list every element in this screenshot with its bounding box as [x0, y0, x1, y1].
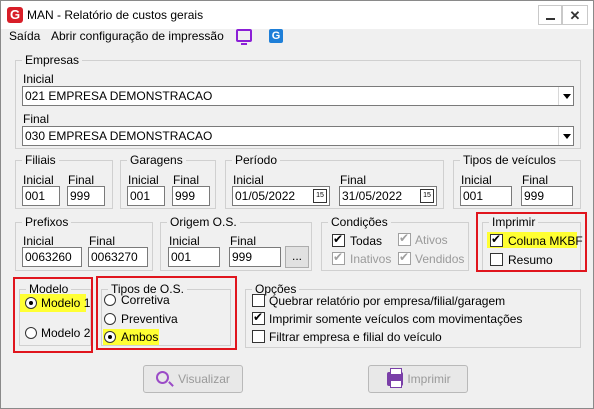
imprimir-somente-label: Imprimir somente veículos com movimentaç…	[269, 312, 523, 326]
origem-os-final-input[interactable]: 999	[229, 247, 281, 267]
calendar-icon[interactable]: 15	[420, 189, 434, 203]
empresa-inicial-combo[interactable]: 021 EMPRESA DEMONSTRACAO	[22, 86, 574, 106]
annotation-box-modelo	[13, 277, 93, 353]
condicoes-vendidos-label: Vendidos	[415, 252, 465, 266]
filtrar-empresa-checkbox[interactable]	[252, 330, 265, 343]
condicoes-todas-label: Todas	[350, 234, 383, 248]
empresa-final-combo[interactable]: 030 EMPRESA DEMONSTRACAO	[22, 126, 574, 146]
tipos-veiculos-inicial-input[interactable]: 001	[460, 186, 512, 206]
tipos-veiculos-inicial-label: Inicial	[461, 173, 492, 187]
filiais-inicial-input[interactable]: 001	[22, 186, 60, 206]
annotation-box-tipos-os	[96, 276, 237, 350]
condicoes-todas-checkbox[interactable]	[332, 232, 345, 247]
prefixos-final-label: Final	[89, 234, 116, 248]
periodo-final-value: 31/05/2022	[342, 189, 403, 203]
empresa-final-label: Final	[23, 112, 50, 126]
empresa-inicial-label: Inicial	[23, 72, 54, 86]
tipos-veiculos-final-label: Final	[522, 173, 549, 187]
prefixos-legend: Prefixos	[25, 215, 69, 229]
condicoes-vendidos-checkbox	[398, 250, 411, 265]
prefixos-final-input[interactable]: 0063270	[88, 247, 148, 267]
garagens-inicial-input[interactable]: 001	[127, 186, 165, 206]
quebrar-relatorio-checkbox[interactable]	[252, 294, 265, 307]
menu-item-print-config[interactable]: Abrir configuração de impressão	[51, 29, 224, 43]
garagens-final-label: Final	[173, 173, 200, 187]
periodo-inicial-label: Inicial	[233, 173, 264, 187]
tipos-veiculos-legend: Tipos de veículos	[463, 153, 556, 167]
filiais-final-input[interactable]: 999	[67, 186, 105, 206]
monitor-icon[interactable]	[236, 29, 252, 45]
visualizar-label: Visualizar	[178, 372, 230, 386]
origem-os-inicial-label: Inicial	[169, 234, 200, 248]
periodo-legend: Período	[235, 153, 278, 167]
g-app-icon[interactable]: G	[269, 29, 283, 43]
condicoes-inativos-label: Inativos	[350, 252, 392, 266]
close-icon: ✕	[569, 8, 581, 23]
condicoes-legend: Condições	[331, 215, 388, 229]
filiais-inicial-label: Inicial	[23, 173, 54, 187]
garagens-legend: Garagens	[130, 153, 183, 167]
periodo-final-input[interactable]: 31/05/2022 15	[339, 186, 437, 206]
imprimir-button[interactable]: Imprimir	[368, 365, 468, 393]
calendar-icon[interactable]: 15	[313, 189, 327, 203]
condicoes-ativos-checkbox	[398, 231, 411, 246]
filtrar-empresa-label: Filtrar empresa e filial do veículo	[269, 330, 442, 344]
periodo-inicial-input[interactable]: 01/05/2022 15	[232, 186, 330, 206]
prefixos-inicial-input[interactable]: 0063260	[22, 247, 82, 267]
empresa-inicial-value: 021 EMPRESA DEMONSTRACAO	[25, 89, 213, 103]
chevron-down-icon[interactable]	[558, 127, 573, 145]
imprimir-somente-checkbox[interactable]	[252, 310, 265, 325]
garagens-inicial-label: Inicial	[128, 173, 159, 187]
imprimir-label: Imprimir	[407, 372, 451, 386]
condicoes-inativos-checkbox	[332, 250, 345, 265]
printer-icon	[387, 368, 403, 388]
chevron-down-icon[interactable]	[558, 87, 573, 105]
minimize-button[interactable]	[538, 5, 562, 25]
prefixos-inicial-label: Inicial	[23, 234, 54, 248]
app-logo-icon: G	[7, 7, 23, 23]
periodo-inicial-value: 01/05/2022	[235, 189, 296, 203]
menu-bar: Saída Abrir configuração de impressão G	[1, 29, 593, 47]
visualizar-button[interactable]: Visualizar	[143, 365, 243, 393]
origem-os-final-label: Final	[230, 234, 257, 248]
annotation-box-imprimir	[476, 212, 587, 272]
filiais-legend: Filiais	[25, 153, 56, 167]
empresa-final-value: 030 EMPRESA DEMONSTRACAO	[25, 129, 213, 143]
empresas-legend: Empresas	[25, 53, 80, 67]
origem-os-legend: Origem O.S.	[170, 215, 237, 229]
condicoes-ativos-label: Ativos	[415, 233, 448, 247]
filiais-final-label: Final	[68, 173, 95, 187]
title-bar: G MAN - Relatório de custos gerais ✕	[1, 1, 593, 29]
quebrar-relatorio-label: Quebrar relatório por empresa/filial/gar…	[269, 294, 506, 308]
close-button[interactable]: ✕	[562, 5, 588, 25]
search-icon	[156, 371, 169, 384]
menu-item-saida[interactable]: Saída	[9, 29, 40, 43]
tipos-veiculos-final-input[interactable]: 999	[521, 186, 573, 206]
periodo-final-label: Final	[340, 173, 367, 187]
origem-os-inicial-input[interactable]: 001	[168, 247, 220, 267]
report-window: G MAN - Relatório de custos gerais ✕ Saí…	[0, 0, 594, 409]
window-title: MAN - Relatório de custos gerais	[27, 8, 204, 22]
origem-os-browse-button[interactable]: ...	[285, 246, 309, 268]
garagens-final-input[interactable]: 999	[172, 186, 210, 206]
